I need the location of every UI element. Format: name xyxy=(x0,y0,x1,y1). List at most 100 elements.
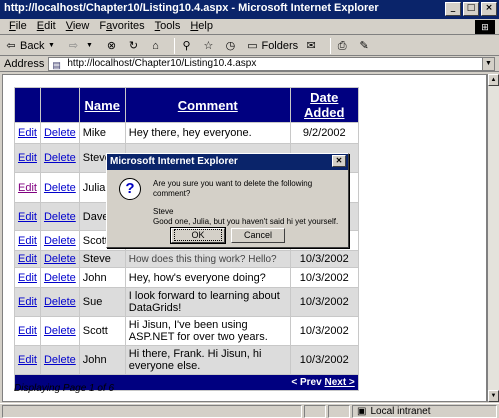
cell-date: 10/3/2002 xyxy=(289,250,359,268)
table-row: Edit Delete Steve How does this thing wo… xyxy=(14,250,359,268)
delete-link[interactable]: Delete xyxy=(44,272,76,284)
cell-name: Scott xyxy=(78,316,126,346)
chevron-down-icon: ▼ xyxy=(86,41,93,49)
menu-edit[interactable]: Edit xyxy=(32,19,61,34)
history-icon: ◷ xyxy=(225,39,236,52)
vertical-scrollbar[interactable]: ▲ ▼ xyxy=(487,74,499,402)
stop-icon: ⊗ xyxy=(106,39,117,52)
edit-link[interactable]: Edit xyxy=(18,152,37,164)
delete-link[interactable]: Delete xyxy=(44,127,76,139)
table-row: Edit Delete John Hi there, Frank. Hi Jis… xyxy=(14,345,359,375)
header-date-added[interactable]: Date Added xyxy=(289,87,359,123)
minimize-button[interactable]: _ xyxy=(445,2,461,16)
edit-link[interactable]: Edit xyxy=(18,272,37,284)
scroll-down-icon[interactable]: ▼ xyxy=(488,390,499,402)
mail-icon: ✉ xyxy=(306,39,316,52)
refresh-button[interactable]: ↻ xyxy=(126,39,142,53)
edit-link[interactable]: Edit xyxy=(18,127,37,139)
home-button[interactable]: ⌂ xyxy=(148,39,164,53)
header-comment[interactable]: Comment xyxy=(124,87,291,123)
menu-tools[interactable]: Tools xyxy=(150,19,186,34)
edit-link[interactable]: Edit xyxy=(18,296,37,308)
window-titlebar[interactable]: http://localhost/Chapter10/Listing10.4.a… xyxy=(0,0,499,19)
header-name[interactable]: Name xyxy=(78,87,126,123)
cell-comment: I look forward to learning about DataGri… xyxy=(124,287,291,317)
confirm-dialog: Microsoft Internet Explorer ✕ ? Are you … xyxy=(106,153,349,248)
mail-button[interactable]: ✉ xyxy=(304,39,320,53)
grid-header-row: Name Comment Date Added xyxy=(14,87,359,123)
delete-link[interactable]: Delete xyxy=(44,182,76,194)
address-bar: Address ▤ http://localhost/Chapter10/Lis… xyxy=(0,56,499,72)
address-label: Address xyxy=(4,57,45,70)
delete-link[interactable]: Delete xyxy=(44,253,76,265)
dialog-titlebar[interactable]: Microsoft Internet Explorer ✕ xyxy=(107,154,348,170)
cell-name: John xyxy=(78,345,126,375)
menu-help[interactable]: Help xyxy=(185,19,218,34)
menu-view[interactable]: View xyxy=(61,19,95,34)
dialog-close-button[interactable]: ✕ xyxy=(332,155,346,167)
folders-button[interactable]: ▭ Folders xyxy=(245,39,298,53)
cell-date: 9/2/2002 xyxy=(289,122,359,144)
stop-button[interactable]: ⊗ xyxy=(104,39,120,53)
menu-favorites[interactable]: Favorites xyxy=(94,19,149,34)
table-row: Edit Delete Sue I look forward to learni… xyxy=(14,287,359,317)
back-button[interactable]: ⇦ Back ▼ xyxy=(4,39,60,53)
menu-file[interactable]: File xyxy=(4,19,32,34)
cell-date: 10/3/2002 xyxy=(289,345,359,375)
refresh-icon: ↻ xyxy=(128,39,139,52)
edit-link[interactable]: Edit xyxy=(18,354,37,366)
table-row: Edit Delete John Hey, how's everyone doi… xyxy=(14,267,359,288)
cell-date: 10/3/2002 xyxy=(289,287,359,317)
home-icon: ⌂ xyxy=(152,39,159,52)
table-row: Edit Delete Mike Hey there, hey everyone… xyxy=(14,122,359,144)
scroll-up-icon[interactable]: ▲ xyxy=(488,74,499,86)
pager-prev: < Prev xyxy=(291,377,322,388)
search-icon: ⚲ xyxy=(182,39,191,52)
edit-link[interactable]: Edit xyxy=(18,182,37,194)
dialog-message: Are you sure you want to delete the foll… xyxy=(153,179,343,227)
cell-comment: Hi Jisun, I've been using ASP.NET for ov… xyxy=(124,316,291,346)
table-row: Edit Delete Scott Hi Jisun, I've been us… xyxy=(14,316,359,346)
maximize-button[interactable]: □ xyxy=(463,2,479,16)
cell-date: 10/3/2002 xyxy=(289,316,359,346)
intranet-icon: ▣ xyxy=(357,405,367,417)
cancel-button[interactable]: Cancel xyxy=(231,228,285,243)
toolbar-separator xyxy=(174,37,176,54)
header-edit-col xyxy=(14,87,41,123)
edit-link[interactable]: Edit xyxy=(18,253,37,265)
window-title: http://localhost/Chapter10/Listing10.4.a… xyxy=(4,2,379,14)
delete-link[interactable]: Delete xyxy=(44,325,76,337)
favorites-button[interactable]: ☆ xyxy=(201,39,217,53)
delete-link[interactable]: Delete xyxy=(44,296,76,308)
history-button[interactable]: ◷ xyxy=(223,39,239,53)
edit-link[interactable]: Edit xyxy=(18,235,37,247)
header-delete-col xyxy=(39,87,80,123)
status-cell xyxy=(304,404,326,418)
delete-link[interactable]: Delete xyxy=(44,354,76,366)
page-indicator: Displaying Page 1 of 6 xyxy=(14,383,115,394)
window-controls: _ □ × xyxy=(443,2,497,16)
status-cell xyxy=(328,404,350,418)
address-url: http://localhost/Chapter10/Listing10.4.a… xyxy=(67,57,257,69)
edit-link[interactable]: Edit xyxy=(18,325,37,337)
pager-next-link[interactable]: Next > xyxy=(324,377,354,388)
search-button[interactable]: ⚲ xyxy=(179,39,195,53)
ok-button[interactable]: OK xyxy=(170,227,226,244)
page-icon: ▤ xyxy=(52,59,61,70)
cell-date: 10/3/2002 xyxy=(289,267,359,288)
edit-button[interactable]: ✎ xyxy=(357,39,373,53)
edit-link[interactable]: Edit xyxy=(18,211,37,223)
delete-link[interactable]: Delete xyxy=(44,211,76,223)
address-dropdown-icon[interactable]: ▼ xyxy=(482,57,494,70)
delete-link[interactable]: Delete xyxy=(44,235,76,247)
print-button[interactable]: ⎙ xyxy=(335,39,351,53)
delete-link[interactable]: Delete xyxy=(44,152,76,164)
address-input[interactable]: ▤ http://localhost/Chapter10/Listing10.4… xyxy=(48,56,495,71)
dialog-title: Microsoft Internet Explorer xyxy=(110,156,238,167)
forward-button[interactable]: ⇨ ▼ xyxy=(66,39,98,53)
close-button[interactable]: × xyxy=(481,2,497,16)
windows-logo-icon: ⊞ xyxy=(475,20,495,34)
security-zone: ▣ Local intranet xyxy=(352,404,497,418)
cell-name: Steve xyxy=(78,250,126,268)
print-icon: ⎙ xyxy=(337,39,347,52)
